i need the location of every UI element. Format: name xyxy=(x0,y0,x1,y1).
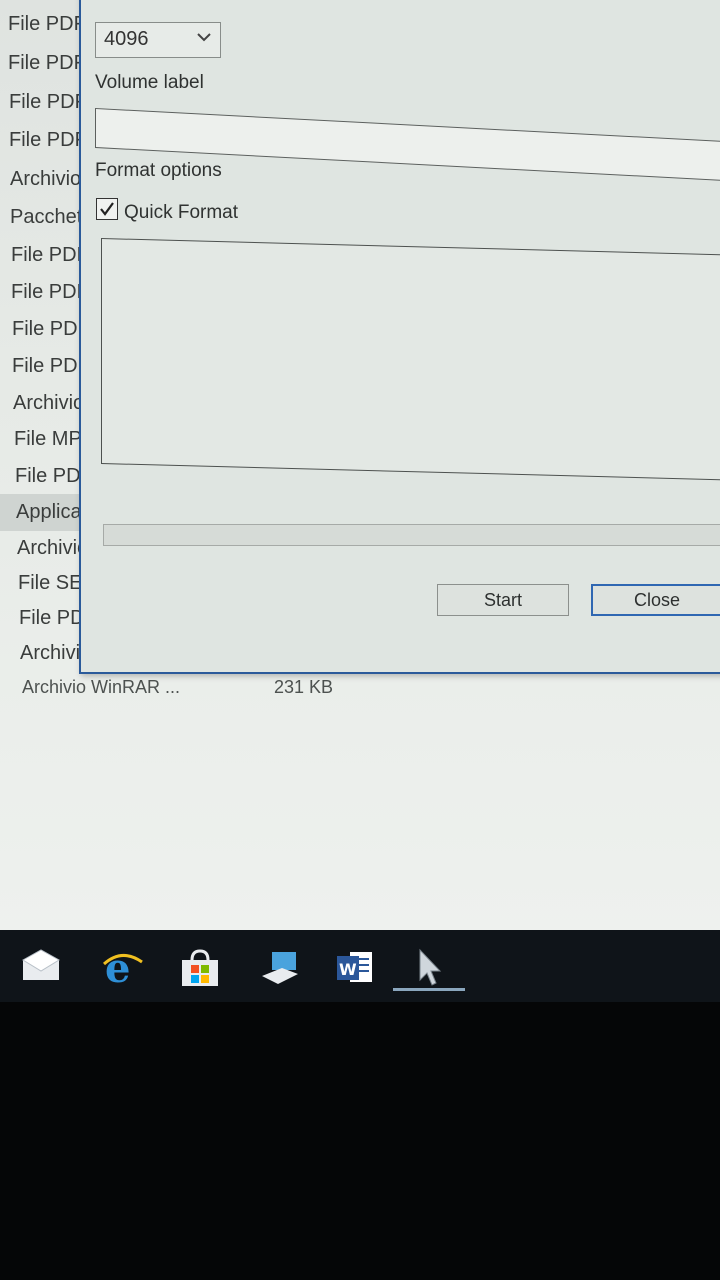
format-options-heading: Format options xyxy=(95,160,222,181)
svg-text:W: W xyxy=(339,960,357,979)
edge-icon[interactable]: e xyxy=(100,945,144,992)
network-icon[interactable] xyxy=(258,946,302,990)
cursor-app-icon[interactable] xyxy=(408,946,452,990)
file-type: Archivio WinRAR ... xyxy=(22,677,181,697)
format-status-area xyxy=(101,238,720,482)
word-icon[interactable]: W xyxy=(334,946,378,990)
svg-text:e: e xyxy=(105,946,130,990)
allocation-unit-select[interactable]: 4096 xyxy=(95,22,221,58)
checkmark-icon xyxy=(100,202,114,216)
progress-bar xyxy=(103,524,720,546)
monitor-bezel xyxy=(0,1002,720,1280)
allocation-unit-value: 4096 xyxy=(104,28,149,50)
chevron-down-icon xyxy=(196,29,212,50)
start-button[interactable]: Start xyxy=(437,584,569,616)
file-size: 231 KB xyxy=(274,677,334,697)
format-dialog: 4096 Volume label Format options Quick F… xyxy=(79,0,720,674)
dialog-body: 4096 Volume label Format options Quick F… xyxy=(81,0,720,672)
mail-icon[interactable] xyxy=(20,946,64,990)
active-app-indicator xyxy=(393,988,465,991)
quick-format-checkbox[interactable] xyxy=(96,198,118,220)
volume-label-caption: Volume label xyxy=(95,72,204,93)
store-icon[interactable] xyxy=(178,946,222,990)
desktop-screen: File PDF File PDF File PDF File PDF Arch… xyxy=(0,0,720,942)
close-button[interactable]: Close xyxy=(591,584,720,616)
taskbar: e W xyxy=(0,930,720,1002)
table-row[interactable]: Archivio WinRAR ... 231 KB xyxy=(22,672,333,702)
quick-format-label[interactable]: Quick Format xyxy=(124,202,238,224)
